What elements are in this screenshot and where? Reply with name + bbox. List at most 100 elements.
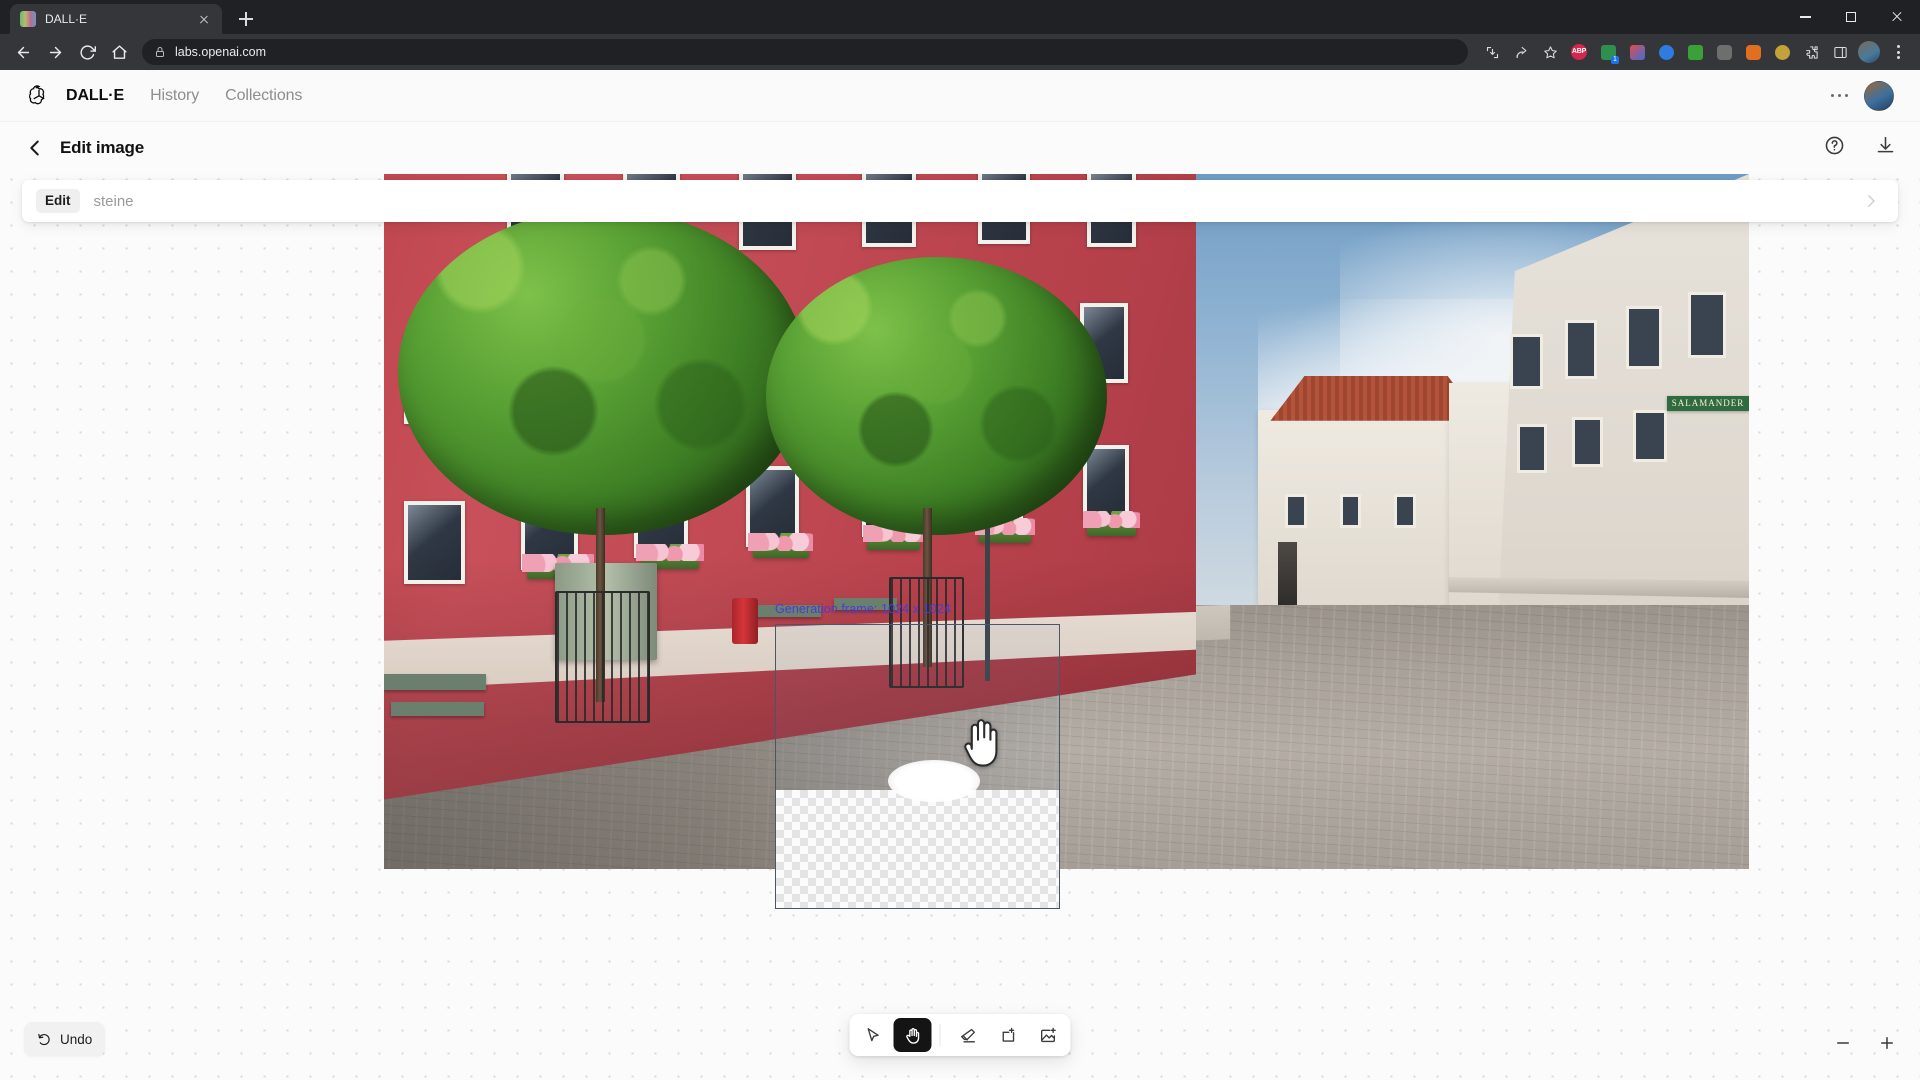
eraser-tool[interactable] bbox=[949, 1018, 987, 1052]
window-shop-5 bbox=[1516, 424, 1547, 473]
edited-image[interactable]: SALAMANDER bbox=[384, 174, 1749, 869]
reload-button[interactable] bbox=[72, 37, 102, 67]
editor-toolbar bbox=[849, 1014, 1071, 1056]
street-sign-board bbox=[1278, 542, 1298, 605]
puzzle-extensions-icon[interactable] bbox=[1797, 38, 1825, 66]
hand-tool[interactable] bbox=[893, 1018, 932, 1052]
facade-window-14 bbox=[404, 500, 465, 585]
window-shop-3 bbox=[1626, 306, 1662, 369]
bench-2 bbox=[390, 702, 484, 717]
flower-box-4 bbox=[862, 524, 925, 550]
browser-toolbar: labs.openai.com ABP 1 bbox=[0, 34, 1920, 70]
nav-dalle[interactable]: DALL·E bbox=[66, 87, 124, 105]
chevron-left-icon[interactable] bbox=[24, 137, 46, 159]
window-right-1 bbox=[1284, 493, 1307, 529]
undo-button[interactable]: Undo bbox=[24, 1022, 106, 1056]
generation-frame-label: Generation frame: 1024 x 1024 bbox=[775, 602, 951, 616]
forward-button[interactable] bbox=[40, 37, 70, 67]
select-tool[interactable] bbox=[854, 1018, 892, 1052]
openai-logo bbox=[26, 83, 52, 109]
tree-crown-right bbox=[766, 257, 1108, 536]
more-horizontal-icon[interactable] bbox=[1830, 93, 1848, 98]
page-title: Edit image bbox=[60, 138, 144, 157]
header-right-group bbox=[1830, 80, 1894, 111]
zoom-in-button[interactable] bbox=[1876, 1032, 1898, 1054]
hand-cursor bbox=[958, 714, 1004, 770]
zoom-controls bbox=[1832, 1032, 1898, 1054]
transparent-erased-region bbox=[776, 790, 1059, 908]
nav-collections[interactable]: Collections bbox=[225, 87, 302, 105]
window-close-button[interactable] bbox=[1874, 0, 1920, 34]
adblock-plus-extension-icon[interactable]: ABP bbox=[1565, 38, 1593, 66]
help-circle-icon[interactable] bbox=[1824, 135, 1845, 161]
shop-sign-green: SALAMANDER bbox=[1667, 396, 1749, 412]
share-icon[interactable] bbox=[1507, 38, 1535, 66]
trash-bin bbox=[732, 597, 759, 644]
lastpass-extension-icon[interactable] bbox=[1681, 38, 1709, 66]
browser-toolbar-icons: ABP 1 bbox=[1478, 38, 1912, 66]
back-button[interactable] bbox=[8, 37, 38, 67]
tab-strip: DALL·E bbox=[0, 0, 1920, 34]
editor-canvas[interactable]: SALAMANDER Generation frame: 1024 x 1024 bbox=[0, 122, 1920, 1080]
video-extension-icon[interactable] bbox=[1652, 38, 1680, 66]
window-shop-6 bbox=[1571, 417, 1603, 468]
window-right-2 bbox=[1339, 493, 1362, 529]
grammar-extension-icon[interactable]: 1 bbox=[1594, 38, 1622, 66]
video-glyph bbox=[1658, 44, 1674, 60]
prompt-input[interactable] bbox=[93, 192, 1858, 210]
edit-bar-actions bbox=[1824, 135, 1896, 161]
extension-count-badge: 1 bbox=[1611, 56, 1619, 64]
flower-box-6 bbox=[1083, 510, 1141, 537]
window-shop-4 bbox=[1687, 292, 1726, 359]
photo-layers: SALAMANDER bbox=[384, 174, 1749, 869]
install-app-icon[interactable] bbox=[1478, 38, 1506, 66]
chrome-profile-avatar[interactable] bbox=[1855, 38, 1883, 66]
abp-badge: ABP bbox=[1571, 44, 1587, 60]
address-bar[interactable]: labs.openai.com bbox=[142, 39, 1468, 65]
screenshot-extension-icon[interactable] bbox=[1710, 38, 1738, 66]
window-controls bbox=[1782, 0, 1920, 34]
chrome-menu-icon[interactable] bbox=[1884, 38, 1912, 66]
tree-guard-left bbox=[554, 591, 651, 724]
zoom-out-button[interactable] bbox=[1832, 1032, 1854, 1054]
new-tab-button[interactable] bbox=[232, 5, 260, 33]
chrome-avatar-image bbox=[1858, 41, 1880, 63]
edit-image-bar: Edit image bbox=[0, 122, 1920, 174]
color-picker-glyph bbox=[1629, 44, 1645, 60]
lastpass-glyph bbox=[1687, 44, 1703, 60]
home-button[interactable] bbox=[104, 37, 134, 67]
download-icon[interactable] bbox=[1875, 135, 1896, 161]
camera-glyph bbox=[1716, 44, 1732, 60]
bench-1 bbox=[384, 674, 487, 690]
toolbar-divider bbox=[939, 1024, 941, 1046]
edit-prompt-bar[interactable]: Edit bbox=[22, 180, 1898, 222]
window-right-3 bbox=[1394, 493, 1416, 529]
menu-dots bbox=[1896, 45, 1900, 59]
edit-mode-chip[interactable]: Edit bbox=[36, 189, 80, 213]
tab-close-icon[interactable] bbox=[196, 11, 212, 27]
undo-arrow-icon bbox=[38, 1033, 50, 1045]
tab-title: DALL·E bbox=[45, 12, 88, 26]
prompt-send-button[interactable] bbox=[1858, 188, 1884, 214]
window-maximize-button[interactable] bbox=[1828, 0, 1874, 34]
shield-extension-icon[interactable] bbox=[1768, 38, 1796, 66]
url-text: labs.openai.com bbox=[175, 45, 267, 59]
nav-history[interactable]: History bbox=[150, 87, 199, 105]
page-content: DALL·E History Collections SALAMANDER Ge… bbox=[0, 70, 1920, 1080]
user-avatar[interactable] bbox=[1864, 80, 1894, 111]
shield-glyph bbox=[1774, 44, 1790, 60]
app-header: DALL·E History Collections bbox=[0, 70, 1920, 122]
browser-window: DALL·E labs.openai.com ABP 1 DALL·E Hist… bbox=[0, 0, 1920, 1080]
color-picker-extension-icon[interactable] bbox=[1623, 38, 1651, 66]
dalle-favicon bbox=[20, 11, 36, 27]
add-generation-frame-tool[interactable] bbox=[989, 1018, 1027, 1052]
tree-crown-left bbox=[397, 208, 808, 536]
browser-tab[interactable]: DALL·E bbox=[10, 4, 222, 34]
sidepanel-icon[interactable] bbox=[1826, 38, 1854, 66]
lock-icon bbox=[156, 47, 164, 57]
upload-image-tool[interactable] bbox=[1029, 1018, 1067, 1052]
window-minimize-button[interactable] bbox=[1782, 0, 1828, 34]
bookmark-star-icon[interactable] bbox=[1536, 38, 1564, 66]
translate-glyph bbox=[1745, 44, 1761, 60]
translate-extension-icon[interactable] bbox=[1739, 38, 1767, 66]
